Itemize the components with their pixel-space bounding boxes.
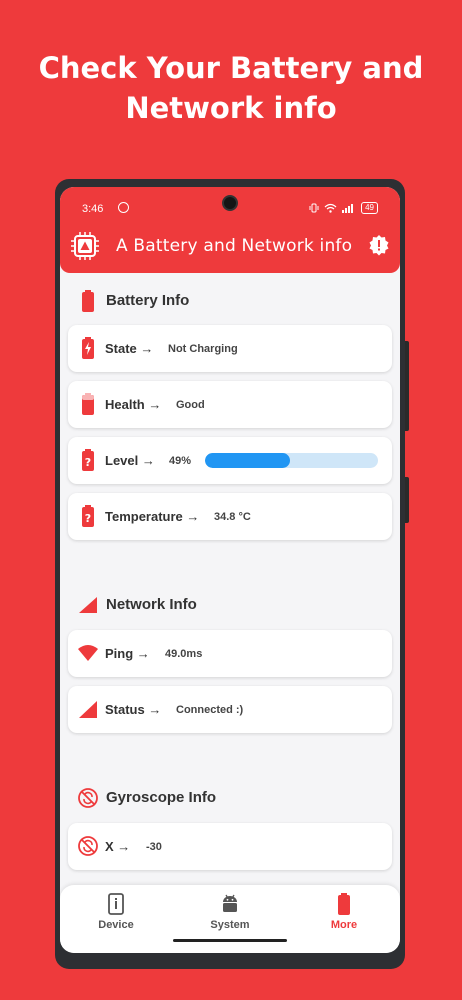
app-title: A Battery and Network info — [116, 236, 353, 256]
battery-icon — [82, 290, 94, 312]
battery-temperature-label: Temperature → — [105, 509, 200, 524]
nav-item-system-label: System — [210, 919, 250, 931]
battery-health-label: Health → — [105, 397, 162, 412]
promo-title-line2: Network info — [125, 91, 337, 125]
nav-item-system[interactable]: System — [180, 893, 280, 937]
wifi-icon — [324, 203, 337, 213]
alert-badge-icon[interactable] — [368, 234, 390, 256]
svg-text:?: ? — [85, 456, 91, 469]
gyroscope-x-label: X → — [105, 839, 131, 854]
battery-state-label: State → — [105, 341, 154, 356]
nav-item-device-label: Device — [98, 919, 134, 931]
status-time: 3:46 — [82, 203, 104, 215]
svg-text:?: ? — [85, 512, 91, 525]
network-section-title: Network Info — [106, 596, 197, 613]
nav-item-device[interactable]: Device — [66, 893, 166, 937]
phone-side-button — [405, 341, 409, 431]
network-ping-card: Ping → 49.0ms — [68, 630, 392, 677]
battery-level-label: Level → — [105, 453, 155, 468]
chip-logo-icon — [71, 232, 99, 260]
network-section-header: Network Info — [60, 585, 400, 625]
battery-section-title: Battery Info — [106, 292, 190, 309]
messenger-icon — [118, 202, 129, 213]
android-icon — [223, 894, 237, 912]
home-indicator[interactable] — [173, 939, 287, 942]
signal-icon — [342, 204, 354, 213]
gyroscope-x-card: X → -30 — [68, 823, 392, 870]
status-bar: 3:46 49 — [60, 187, 400, 223]
signal-strength-icon — [79, 701, 97, 718]
gyroscope-x-value: -30 — [146, 841, 162, 853]
info-icon — [108, 893, 124, 915]
gyroscope-section-title: Gyroscope Info — [106, 789, 217, 806]
bottom-navigation: Device System More — [60, 885, 400, 953]
battery-level-progress — [205, 453, 378, 468]
gyroscope-section-header: Gyroscope Info — [60, 778, 400, 818]
network-ping-value: 49.0ms — [165, 648, 203, 660]
battery-health-card: Health → Good — [68, 381, 392, 428]
battery-level-progress-fill — [205, 453, 290, 468]
promo-title: Check Your Battery and Network info — [0, 48, 462, 128]
battery-icon — [338, 893, 350, 915]
network-status-label: Status → — [105, 702, 162, 717]
battery-level-card: ? Level → 49% — [68, 437, 392, 484]
signal-strength-icon — [79, 597, 97, 613]
promo-title-line1: Check Your Battery and — [38, 51, 424, 85]
phone-screen: 3:46 49 A Battery and Network info Batte… — [60, 187, 400, 953]
nav-item-more[interactable]: More — [294, 893, 394, 937]
phone-side-button — [405, 477, 409, 523]
battery-section-header: Battery Info — [60, 281, 400, 321]
wifi-icon — [78, 645, 98, 661]
app-bar: A Battery and Network info — [60, 227, 400, 267]
network-ping-label: Ping → — [105, 646, 150, 661]
phone-frame: 3:46 49 A Battery and Network info Batte… — [55, 179, 409, 969]
battery-state-card: State → Not Charging — [68, 325, 392, 372]
battery-temperature-value: 34.8 °C — [214, 511, 251, 523]
battery-temperature-card: ? Temperature → 34.8 °C — [68, 493, 392, 540]
network-status-card: Status → Connected :) — [68, 686, 392, 733]
battery-level-value: 49% — [169, 455, 192, 467]
status-battery: 49 — [361, 202, 378, 214]
battery-charging-icon — [82, 337, 94, 359]
camera-cutout — [222, 195, 238, 211]
battery-health-icon — [82, 393, 94, 415]
gyroscope-icon — [78, 836, 98, 856]
network-status-value: Connected :) — [176, 704, 244, 716]
app-header: 3:46 49 A Battery and Network info — [60, 187, 400, 273]
battery-unknown-icon: ? — [82, 505, 94, 527]
gyroscope-icon — [78, 788, 98, 808]
battery-state-value: Not Charging — [168, 343, 238, 355]
status-icons: 49 — [309, 202, 378, 214]
vibrate-icon — [309, 203, 319, 213]
battery-health-value: Good — [176, 399, 205, 411]
nav-item-more-label: More — [330, 919, 358, 931]
battery-unknown-icon: ? — [82, 449, 94, 471]
